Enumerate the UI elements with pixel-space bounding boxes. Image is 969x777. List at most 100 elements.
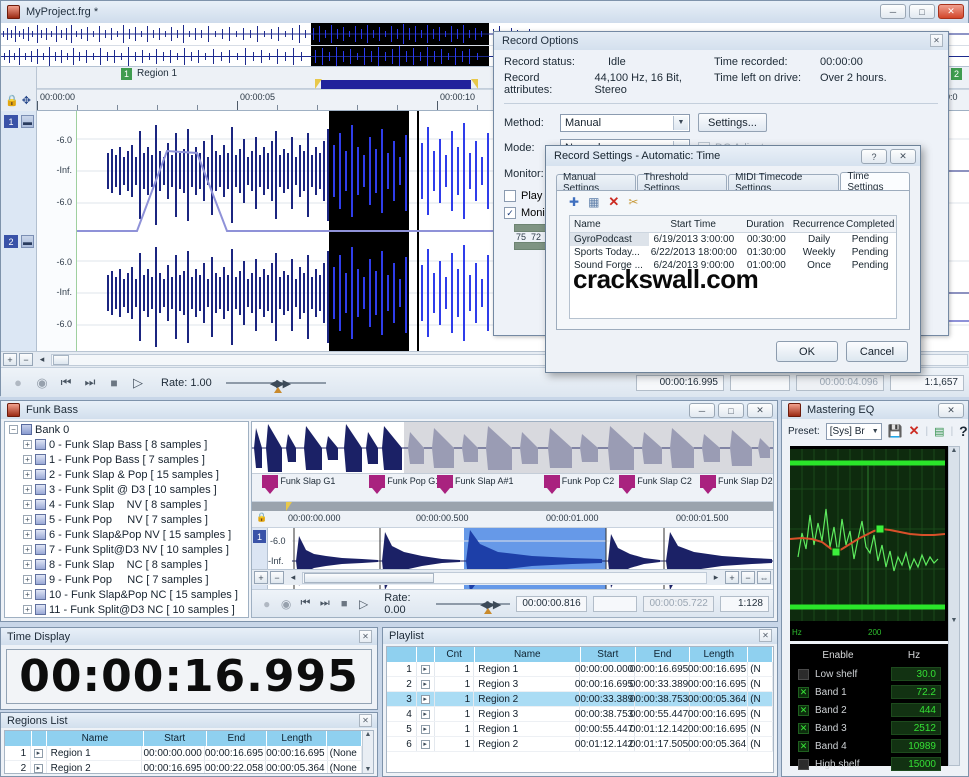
list-item[interactable]: + 11 - Funk Split@D3 NC [ 10 samples ] [5, 602, 248, 617]
funk-rate-slider[interactable]: ◀▶▶ [435, 595, 511, 614]
main-title-bar[interactable]: MyProject.frg * ─ □ ✕ [1, 1, 968, 23]
expand-icon[interactable]: + [23, 470, 32, 479]
selection-bar[interactable] [321, 80, 471, 89]
list-item[interactable]: + 0 - Funk Slap Bass [ 8 samples ] [5, 437, 248, 452]
table-row[interactable]: 2 ▸ 1 Region 3 00:00:16.695 00:00:33.389… [387, 677, 773, 692]
clear-all-icon[interactable]: ✂ [628, 195, 638, 209]
low-shelf-hz-value[interactable]: 30.0 [891, 667, 941, 681]
selection-handle-left[interactable] [315, 79, 322, 89]
record-button[interactable]: ● [260, 595, 273, 613]
record-arm-button[interactable]: ◉ [33, 374, 51, 392]
tab-midi-timecode-settings[interactable]: MIDI Timecode Settings [728, 172, 840, 194]
close-icon[interactable]: ✕ [359, 714, 372, 727]
loop-start-handle[interactable] [286, 502, 292, 511]
close-icon[interactable]: ✕ [759, 629, 772, 642]
funk-status-ratio[interactable]: 1:128 [719, 595, 769, 612]
playlist-title-bar[interactable]: Playlist ✕ [383, 628, 777, 644]
zoom-out-button[interactable]: − [270, 571, 284, 584]
regions-grid[interactable]: Name Start End Length 1 ▸ Region 1 00:00… [4, 730, 374, 774]
scroll-thumb[interactable] [304, 572, 434, 583]
stop-button[interactable]: ■ [338, 595, 351, 613]
list-item[interactable]: + 6 - Funk Slap&Pop NV [ 15 samples ] [5, 527, 248, 542]
expand-icon[interactable]: ▸ [420, 694, 430, 704]
scroll-up-icon[interactable]: ▲ [949, 447, 959, 457]
record-settings-title-bar[interactable]: Record Settings - Automatic: Time ? ✕ [546, 146, 920, 166]
expand-icon[interactable]: + [23, 530, 32, 539]
funk-status-selection-start[interactable]: 00:00:00.816 [516, 595, 587, 612]
bank-tree[interactable]: − Bank 0 + 0 - Funk Slap Bass [ 8 sample… [4, 421, 249, 618]
vzoom-out-button[interactable]: − [741, 571, 755, 584]
lock-icon[interactable]: 🔒 [5, 94, 19, 107]
band-3-hz-value[interactable]: 2512 [891, 721, 941, 735]
expand-icon[interactable]: ▸ [420, 739, 430, 749]
method-select[interactable]: Manual ▼ [560, 113, 690, 132]
band-4-hz-value[interactable]: 10989 [891, 739, 941, 753]
close-button[interactable]: ✕ [747, 403, 773, 418]
time-display-value[interactable]: 00:00:16.995 [6, 649, 372, 704]
sample-pool-node[interactable]: + Sample Pool (15) [5, 617, 248, 618]
list-item[interactable]: + 1 - Funk Pop Bass [ 7 samples ] [5, 452, 248, 467]
time-display-title-bar[interactable]: Time Display ✕ [1, 628, 377, 645]
go-to-start-button[interactable]: ⏮ [57, 374, 75, 392]
band-1-hz-value[interactable]: 72.2 [891, 685, 941, 699]
scroll-right-icon[interactable]: ▸ [709, 571, 723, 584]
tree-root-bank[interactable]: − Bank 0 [5, 422, 248, 437]
eq-band-row[interactable]: ✕ Band 2 444 [790, 701, 948, 719]
zoom-in-button[interactable]: + [3, 353, 17, 366]
table-row[interactable]: 5 ▸ 1 Region 1 00:00:55.447 00:01:12.142… [387, 722, 773, 737]
record-options-close-icon[interactable]: ✕ [930, 34, 943, 47]
list-item[interactable]: + 7 - Funk Split@D3 NV [ 10 samples ] [5, 542, 248, 557]
playlist-grid[interactable]: Cnt Name Start End Length 1 ▸ 1 Region 1… [386, 646, 774, 773]
scroll-thumb[interactable] [53, 354, 69, 365]
minimize-button[interactable]: ─ [880, 4, 906, 19]
settings-button[interactable]: Settings... [698, 113, 767, 132]
channel-mute-2[interactable]: ▬ [21, 235, 34, 248]
eq-graph[interactable] [790, 449, 945, 621]
expand-icon[interactable]: + [23, 515, 32, 524]
expand-icon[interactable]: ▸ [420, 664, 430, 674]
funk-transport-bar[interactable]: ● ◉ ⏮ ⏭ ■ ▷ Rate: 0.00 ◀▶▶ 00:00:00.816 … [252, 589, 773, 617]
eq-band-row[interactable]: ✕ Band 4 10989 [790, 737, 948, 755]
close-button[interactable]: ✕ [938, 4, 964, 19]
marker[interactable]: Funk Slap D2 [700, 475, 773, 494]
list-item[interactable]: + 9 - Funk Pop NC [ 7 samples ] [5, 572, 248, 587]
record-button[interactable]: ● [9, 374, 27, 392]
region-tag-end-2[interactable]: 2 [951, 68, 962, 80]
funk-horizontal-scrollbar[interactable] [302, 571, 707, 584]
funk-channel-number[interactable]: 1 [253, 530, 266, 543]
close-button[interactable]: ✕ [938, 403, 964, 418]
save-preset-icon[interactable]: 💾 [888, 424, 903, 438]
list-item[interactable]: + 10 - Funk Slap&Pop NC [ 15 samples ] [5, 587, 248, 602]
expand-icon[interactable]: + [23, 575, 32, 584]
band-1-enable-checkbox[interactable]: ✕ [798, 686, 809, 698]
zoom-in-button[interactable]: + [254, 571, 268, 584]
table-row[interactable]: 1 ▸ Region 1 00:00:00.000 00:00:16.695 0… [5, 746, 362, 761]
table-row[interactable]: 6 ▸ 1 Region 2 00:01:12.142 00:01:17.505… [387, 737, 773, 752]
play-button[interactable]: ▷ [357, 595, 370, 613]
chevron-down-icon[interactable]: ▼ [872, 428, 879, 435]
eq-band-row[interactable]: ✕ Band 3 2512 [790, 719, 948, 737]
bypass-icon[interactable]: ▤ [934, 425, 944, 438]
table-row[interactable]: 2 ▸ Region 2 00:00:16.695 00:00:22.058 0… [5, 761, 362, 773]
scroll-down-icon[interactable]: ▼ [365, 766, 372, 773]
stop-button[interactable]: ■ [105, 374, 123, 392]
go-to-end-button[interactable]: ⏭ [318, 595, 331, 613]
funk-overview[interactable] [252, 422, 773, 474]
expand-icon[interactable]: ▸ [420, 709, 430, 719]
marker[interactable]: Funk Pop C2 [543, 475, 614, 494]
expand-icon[interactable]: + [23, 485, 32, 494]
go-to-start-button[interactable]: ⏮ [299, 595, 312, 613]
list-item[interactable]: + 5 - Funk Pop NV [ 7 samples ] [5, 512, 248, 527]
eq-display[interactable]: Hz 200 [790, 446, 948, 641]
marker[interactable]: Funk Pop G1 [369, 475, 440, 494]
status-selection-length[interactable] [730, 374, 790, 391]
loop-bar[interactable] [252, 502, 773, 511]
edit-event-icon[interactable]: ▦ [588, 195, 599, 209]
regions-list-title-bar[interactable]: Regions List ✕ [1, 713, 377, 728]
record-arm-button[interactable]: ◉ [279, 595, 292, 613]
cancel-button[interactable]: Cancel [846, 341, 908, 362]
tab-time-settings[interactable]: Time Settings [840, 171, 911, 193]
restore-button[interactable]: □ [909, 4, 935, 19]
eq-band-row[interactable]: ✕ High shelf 15000 [790, 755, 948, 773]
band-3-enable-checkbox[interactable]: ✕ [798, 722, 809, 734]
